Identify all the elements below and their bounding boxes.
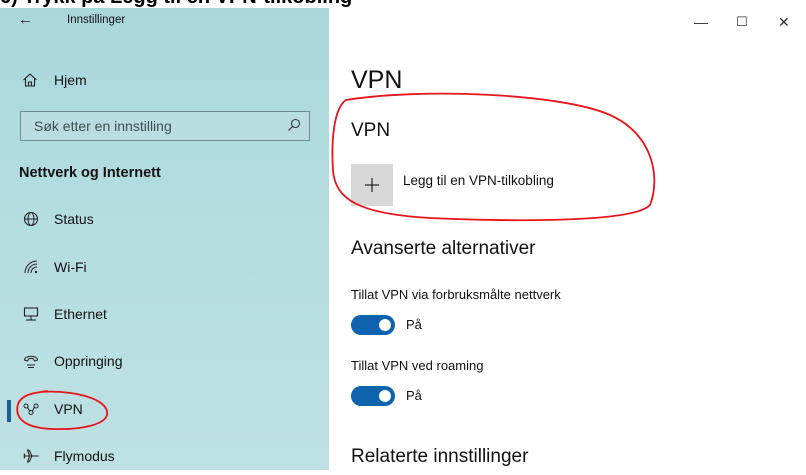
metered-network-toggle[interactable] [351,315,395,335]
sidebar-item-vpn[interactable]: VPN [0,392,329,428]
sidebar-item-label: Hjem [54,72,87,88]
section-title: Nettverk og Internett [19,165,161,181]
sidebar-item-label: Oppringing [54,353,123,369]
search-icon[interactable] [287,118,301,132]
ethernet-icon [23,307,39,321]
window-title: Innstillinger [67,14,126,26]
vpn-icon [23,403,39,415]
add-vpn-button[interactable]: Legg til en VPN-tilkobling [351,164,651,208]
toggle-knob [379,390,391,402]
close-button[interactable]: ✕ [778,14,790,31]
minimize-button[interactable]: — [694,14,708,30]
plus-tile[interactable] [351,164,393,206]
search-input[interactable] [21,112,274,139]
roaming-state: På [406,388,422,403]
advanced-options-title: Avanserte alternativer [351,238,536,259]
home-icon [23,73,37,87]
main-content: — ☐ ✕ VPN VPN Legg til en VPN-tilkobling… [329,8,806,470]
window-controls: — ☐ ✕ [686,14,806,38]
page-title: VPN [351,66,403,94]
sidebar-item-label: VPN [54,401,83,417]
sidebar-item-label: Flymodus [54,448,115,464]
wifi-icon [24,260,38,274]
roaming-toggle[interactable] [351,386,395,406]
sidebar-item-label: Wi-Fi [54,259,87,275]
sidebar-item-oppringing[interactable]: Oppringing [0,344,329,380]
maximize-button[interactable]: ☐ [736,14,748,30]
metered-network-label: Tillat VPN via forbruksmålte nettverk [351,287,561,302]
back-arrow-icon[interactable]: ← [18,11,33,28]
sidebar-item-wifi[interactable]: Wi-Fi [0,250,329,286]
roaming-label: Tillat VPN ved roaming [351,358,484,373]
sidebar-item-ethernet[interactable]: Ethernet [0,297,329,333]
related-settings-title: Relaterte innstillinger [351,446,529,467]
sidebar-item-home[interactable]: Hjem [0,66,329,98]
sidebar-item-label: Status [54,211,94,227]
title-bar: ← Innstillinger [0,8,329,36]
add-vpn-label: Legg til en VPN-tilkobling [403,173,554,188]
caption-strip: 6) Trykk på Legg til en VPN-tilkobling [0,0,806,8]
settings-sidebar: ← Innstillinger Hjem Nettverk og Interne… [0,8,329,470]
metered-network-state: På [406,317,422,332]
airplane-icon [23,449,39,463]
globe-icon [23,211,39,227]
dialup-icon [23,355,39,368]
sidebar-item-label: Ethernet [54,306,107,322]
plus-icon [365,178,379,192]
active-indicator [7,400,11,422]
toggle-knob [379,319,391,331]
vpn-section-title: VPN [351,120,391,141]
search-box[interactable] [20,111,310,141]
sidebar-item-status[interactable]: Status [0,202,329,238]
